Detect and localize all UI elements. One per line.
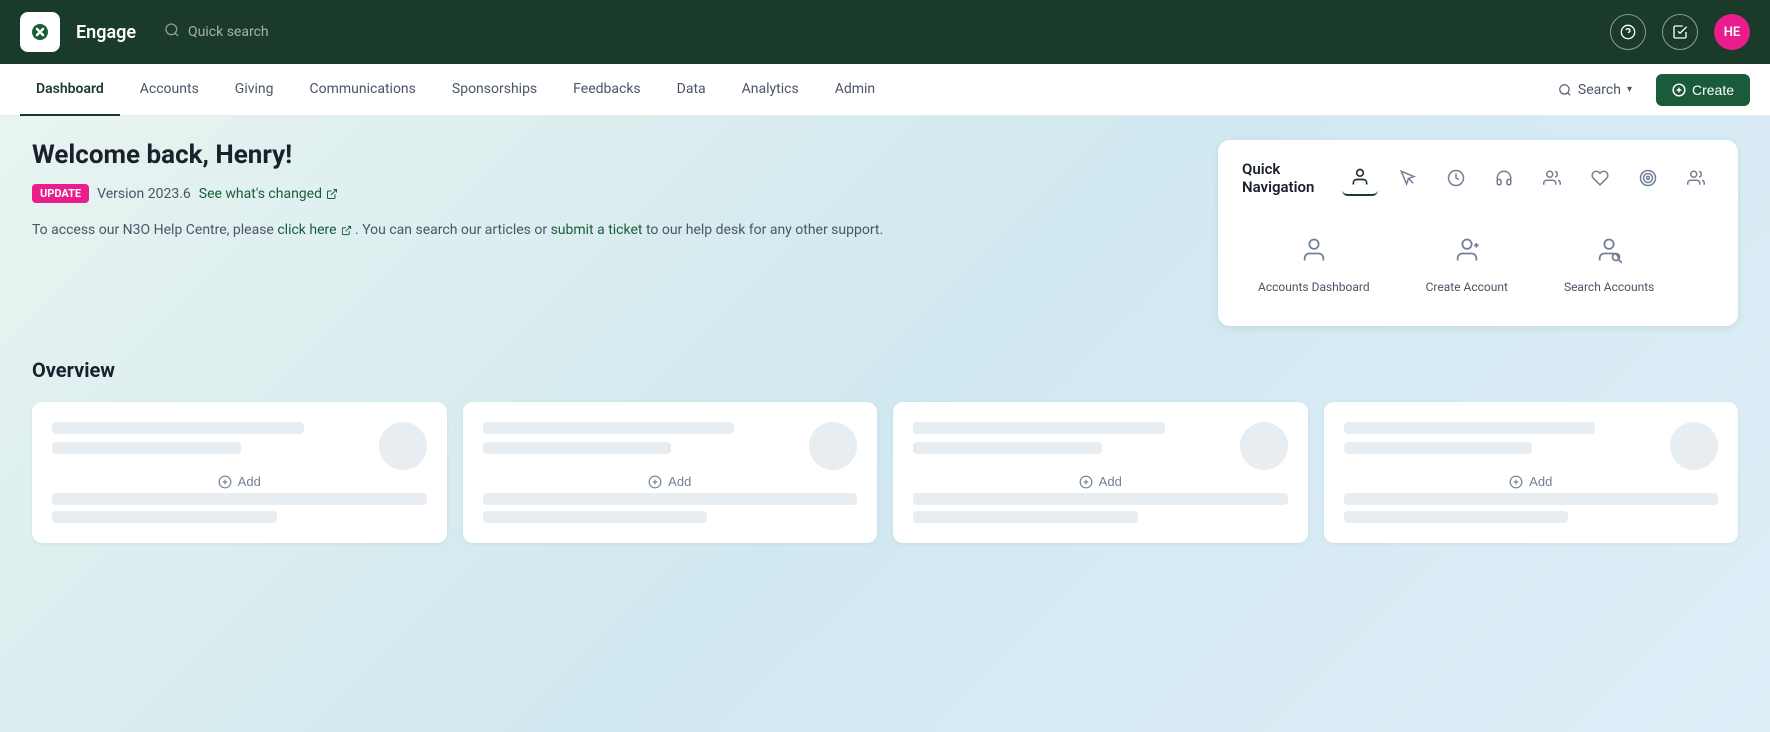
accounts-dashboard-label: Accounts Dashboard — [1258, 280, 1370, 294]
welcome-title: Welcome back, Henry! — [32, 140, 1194, 170]
plus-circle-icon — [218, 475, 232, 489]
overview-card-4: Add — [1324, 402, 1739, 543]
search-accounts-label: Search Accounts — [1564, 280, 1654, 294]
quick-nav-header: Quick Navigation — [1242, 160, 1714, 196]
search-label: Search — [1578, 82, 1621, 98]
add-button-4[interactable]: Add — [1501, 470, 1560, 493]
nav-search[interactable]: Search ▾ — [1546, 76, 1644, 104]
nav-item-sponsorships[interactable]: Sponsorships — [436, 64, 553, 116]
quick-nav-accounts-dashboard[interactable]: Accounts Dashboard — [1242, 216, 1386, 306]
plus-circle-icon-3 — [1079, 475, 1093, 489]
quick-nav-items: Accounts Dashboard Create Account — [1242, 216, 1714, 306]
brand-name: Engage — [76, 22, 136, 43]
quick-navigation: Quick Navigation — [1218, 140, 1738, 326]
add-button-1[interactable]: Add — [210, 470, 269, 493]
quick-nav-create-account[interactable]: Create Account — [1410, 216, 1524, 306]
nav-icon-target[interactable] — [1630, 160, 1666, 196]
quick-search[interactable]: Quick search — [164, 22, 1594, 42]
submit-ticket-link[interactable]: submit a ticket — [551, 219, 643, 241]
chevron-down-icon: ▾ — [1627, 84, 1632, 95]
nav-item-data[interactable]: Data — [661, 64, 722, 116]
quick-nav-icon-tabs — [1342, 160, 1714, 196]
topbar: Engage Quick search HE — [0, 0, 1770, 64]
nav-icon-team[interactable] — [1678, 160, 1714, 196]
help-button[interactable] — [1610, 14, 1646, 50]
nav-icon-users[interactable] — [1534, 160, 1570, 196]
whats-changed-link[interactable]: See what's changed — [199, 186, 338, 202]
nav-item-communications[interactable]: Communications — [294, 64, 432, 116]
nav-item-admin[interactable]: Admin — [819, 64, 891, 116]
create-label: Create — [1692, 82, 1734, 98]
overview-card-3: Add — [893, 402, 1308, 543]
create-account-icon — [1445, 228, 1489, 272]
version-text: Version 2023.6 — [97, 186, 191, 202]
quick-nav-search-accounts[interactable]: Search Accounts — [1548, 216, 1670, 306]
help-text: To access our N3O Help Centre, please cl… — [32, 219, 1194, 241]
update-badge: UPDATE Version 2023.6 See what's changed — [32, 184, 338, 203]
plus-circle-icon-2 — [648, 475, 662, 489]
nav-icon-person[interactable] — [1342, 160, 1378, 196]
search-icon — [1558, 83, 1572, 97]
search-accounts-icon — [1587, 228, 1631, 272]
help-centre-link[interactable]: click here — [277, 219, 351, 241]
add-button-2[interactable]: Add — [640, 470, 699, 493]
nav-icon-headset[interactable] — [1486, 160, 1522, 196]
tasks-button[interactable] — [1662, 14, 1698, 50]
nav-item-feedbacks[interactable]: Feedbacks — [557, 64, 656, 116]
welcome-left: Welcome back, Henry! UPDATE Version 2023… — [32, 140, 1194, 241]
nav-icon-heart[interactable] — [1582, 160, 1618, 196]
nav-icon-clock[interactable] — [1438, 160, 1474, 196]
app-logo[interactable] — [20, 12, 60, 52]
nav-item-dashboard[interactable]: Dashboard — [20, 64, 120, 116]
create-button[interactable]: Create — [1656, 74, 1750, 106]
accounts-dashboard-icon — [1292, 228, 1336, 272]
overview-card-2: Add — [463, 402, 878, 543]
navbar: Dashboard Accounts Giving Communications… — [0, 64, 1770, 116]
overview-card-1: Add — [32, 402, 447, 543]
quick-search-label: Quick search — [188, 24, 269, 40]
main-content: Welcome back, Henry! UPDATE Version 2023… — [0, 116, 1770, 732]
plus-circle-icon-4 — [1509, 475, 1523, 489]
nav-item-analytics[interactable]: Analytics — [726, 64, 815, 116]
overview-section: Overview Add — [32, 358, 1738, 543]
add-button-3[interactable]: Add — [1071, 470, 1130, 493]
create-account-label: Create Account — [1426, 280, 1508, 294]
external-link-icon-2 — [341, 225, 352, 236]
overview-title: Overview — [32, 358, 1738, 382]
nav-item-accounts[interactable]: Accounts — [124, 64, 215, 116]
topbar-actions: HE — [1610, 14, 1750, 50]
plus-icon — [1672, 83, 1686, 97]
overview-grid: Add — [32, 402, 1738, 543]
user-avatar[interactable]: HE — [1714, 14, 1750, 50]
quick-nav-title: Quick Navigation — [1242, 160, 1342, 196]
update-tag: UPDATE — [32, 184, 89, 203]
nav-icon-cursor[interactable] — [1390, 160, 1426, 196]
search-icon — [164, 22, 180, 42]
external-link-icon — [326, 188, 338, 200]
welcome-section: Welcome back, Henry! UPDATE Version 2023… — [32, 140, 1738, 326]
nav-item-giving[interactable]: Giving — [219, 64, 290, 116]
